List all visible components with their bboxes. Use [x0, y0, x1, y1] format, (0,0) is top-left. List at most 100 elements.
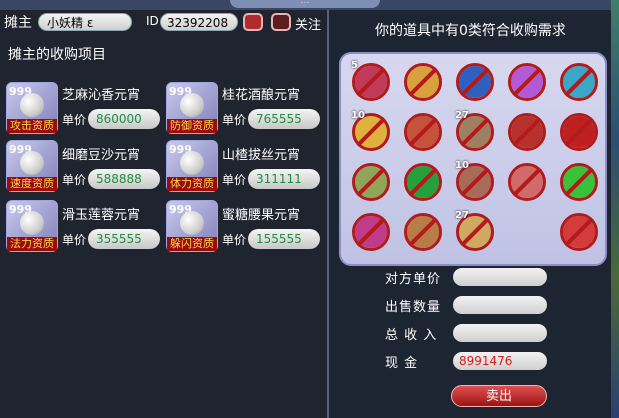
purchase-item-card[interactable]: 999 法力资质 — [6, 200, 58, 252]
owner-id-field: 32392208 — [160, 13, 238, 31]
field-label: 对方单价 — [385, 272, 442, 287]
prohibited-icon — [352, 163, 390, 201]
item-name: 蜜糖腰果元宵 — [222, 208, 301, 223]
sell-button[interactable]: 卖出 — [451, 385, 547, 407]
item-name: 细磨豆沙元宵 — [62, 148, 141, 163]
price-label: 单价 — [222, 113, 247, 127]
tangyuan-icon — [20, 93, 44, 117]
inventory-slot[interactable] — [349, 160, 393, 204]
item-name: 山楂拔丝元宵 — [222, 148, 301, 163]
inventory-slot[interactable] — [401, 110, 445, 154]
field-label: 出售数量 — [385, 300, 442, 315]
purchase-item-card[interactable]: 999 体力资质 — [166, 140, 218, 192]
prohibited-icon — [352, 213, 390, 251]
prohibited-icon — [404, 213, 442, 251]
id-label: ID — [146, 14, 159, 28]
price-value: 355555 — [88, 229, 160, 249]
inventory-slot[interactable] — [401, 210, 445, 254]
inventory-slot[interactable]: 5 — [349, 60, 393, 104]
prohibited-icon — [560, 63, 598, 101]
price-label: 单价 — [62, 113, 87, 127]
inventory-slot[interactable] — [557, 210, 601, 254]
item-attribute-tag: 体力资质 — [167, 177, 217, 191]
follow-label: 关注 — [295, 18, 322, 33]
item-attribute-tag: 法力资质 — [7, 237, 57, 251]
price-label: 单价 — [222, 173, 247, 187]
prohibited-icon — [560, 163, 598, 201]
item-name: 滑玉莲蓉元宵 — [62, 208, 141, 223]
price-value: 155555 — [248, 229, 320, 249]
price-label: 单价 — [222, 233, 247, 247]
price-value: 311111 — [248, 169, 320, 189]
tangyuan-icon — [180, 151, 204, 175]
purchase-item-card[interactable]: 999 速度资质 — [6, 140, 58, 192]
tangyuan-icon — [180, 93, 204, 117]
title-bar: … — [0, 0, 619, 10]
owner-label: 摊主 — [4, 15, 32, 31]
window-title: … — [230, 0, 380, 8]
background-edge — [611, 0, 619, 418]
slot-count: 10 — [455, 160, 469, 171]
inventory-slot[interactable]: 10 — [349, 110, 393, 154]
inventory-slot[interactable] — [505, 60, 549, 104]
prohibited-icon — [560, 213, 598, 251]
inventory-slot[interactable] — [557, 160, 601, 204]
buyer-price-field — [453, 268, 547, 286]
inventory-slot[interactable]: 27 — [453, 110, 497, 154]
prohibited-icon — [404, 113, 442, 151]
inventory-slot[interactable] — [401, 60, 445, 104]
inventory-slot[interactable] — [401, 160, 445, 204]
inventory-slot[interactable] — [557, 110, 601, 154]
item-name: 桂花酒酿元宵 — [222, 88, 301, 103]
match-status-title: 你的道具中有0类符合收购需求 — [375, 23, 566, 39]
price-value: 860000 — [88, 109, 160, 129]
purchase-item-card[interactable]: 999 防御资质 — [166, 82, 218, 134]
section-title: 摊主的收购项目 — [8, 47, 106, 63]
prohibited-icon — [508, 163, 546, 201]
inventory-slot[interactable]: 10 — [453, 160, 497, 204]
inventory-slot[interactable] — [505, 210, 549, 254]
slot-count: 10 — [351, 110, 365, 121]
field-label: 总 收 入 — [385, 328, 438, 343]
price-label: 单价 — [62, 233, 87, 247]
owner-panel: 摊主 小妖精 ε ID 32392208 关注 摊主的收购项目 999 攻击资质… — [0, 10, 329, 418]
prohibited-icon — [560, 113, 598, 151]
slot-count: 27 — [455, 110, 469, 121]
prohibited-icon — [404, 63, 442, 101]
price-value: 765555 — [248, 109, 320, 129]
tangyuan-icon — [20, 151, 44, 175]
inventory-slot[interactable] — [505, 110, 549, 154]
prohibited-icon — [404, 163, 442, 201]
slot-count: 5 — [351, 60, 358, 71]
total-income-field — [453, 324, 547, 342]
trade-window: … 摊主 小妖精 ε ID 32392208 关注 摊主的收购项目 999 攻击… — [0, 0, 619, 418]
prohibited-icon — [456, 63, 494, 101]
inventory-grid: 5 10 27 10 27 — [339, 52, 607, 266]
tangyuan-icon — [20, 211, 44, 235]
price-value: 588888 — [88, 169, 160, 189]
inventory-slot[interactable] — [505, 160, 549, 204]
prohibited-icon — [508, 113, 546, 151]
cash-field: 8991476 — [453, 352, 547, 370]
price-label: 单价 — [62, 173, 87, 187]
item-attribute-tag: 躲闪资质 — [167, 237, 217, 251]
purchase-item-card[interactable]: 999 攻击资质 — [6, 82, 58, 134]
chat-button[interactable] — [243, 13, 263, 31]
prohibited-icon — [508, 63, 546, 101]
inventory-slot[interactable] — [557, 60, 601, 104]
item-attribute-tag: 速度资质 — [7, 177, 57, 191]
follow-checkbox[interactable] — [271, 13, 291, 31]
item-attribute-tag: 防御资质 — [167, 119, 217, 133]
inventory-slot[interactable] — [349, 210, 393, 254]
item-attribute-tag: 攻击资质 — [7, 119, 57, 133]
inventory-panel: 你的道具中有0类符合收购需求 5 10 27 10 27 对方单价 出售数量 总 收 入… — [329, 10, 611, 418]
inventory-slot[interactable] — [453, 60, 497, 104]
sell-quantity-input[interactable] — [453, 296, 547, 314]
inventory-slot[interactable]: 27 — [453, 210, 497, 254]
owner-name-field: 小妖精 ε — [38, 13, 132, 31]
item-name: 芝麻沁香元宵 — [62, 88, 141, 103]
field-label: 现 金 — [385, 356, 419, 371]
purchase-item-card[interactable]: 999 躲闪资质 — [166, 200, 218, 252]
slot-count: 27 — [455, 210, 469, 221]
tangyuan-icon — [180, 211, 204, 235]
